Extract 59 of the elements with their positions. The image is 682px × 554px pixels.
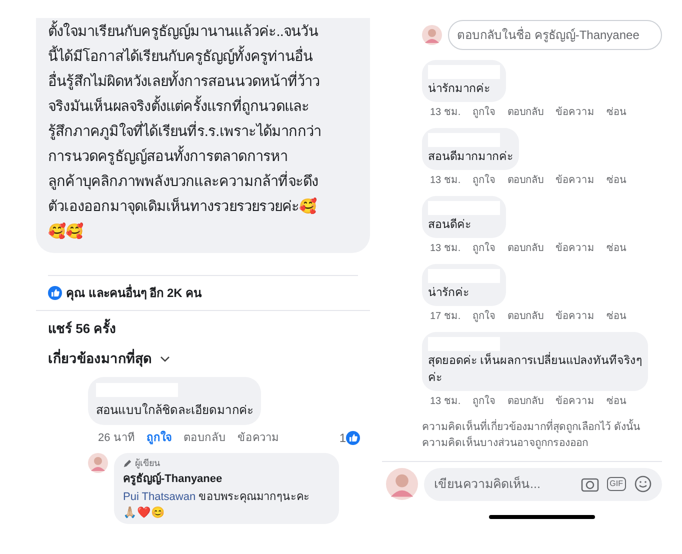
comment-time: 17 ชม. (430, 310, 461, 324)
comment-time: 13 ชม. (430, 395, 461, 409)
sort-label[interactable]: เกี่ยวข้องมากที่สุด (48, 348, 152, 369)
comment-text: สอนดีมากมากค่ะ (428, 149, 513, 165)
chevron-down-icon[interactable] (160, 356, 170, 362)
avatar (386, 468, 418, 500)
comment-action[interactable]: ถูกใจ (472, 309, 496, 324)
avatar (422, 25, 442, 45)
comment-action[interactable]: ซ่อน (606, 105, 627, 120)
comment-action[interactable]: ข้อความ (556, 394, 595, 409)
comment-action[interactable]: ตอบกลับ (508, 241, 544, 256)
comment-action[interactable]: ตอบกลับ (183, 430, 226, 446)
comment-text: สุดยอดค่ะ เห็นผลการเปลี่ยนแปลงทันทีจริงๆ ค่ะ (428, 353, 642, 387)
comment-placeholder: เขียนความคิดเห็น... (434, 475, 542, 493)
share-count[interactable]: แชร์ 56 ครั้ง (48, 319, 358, 338)
comment-action[interactable]: ซ่อน (606, 394, 627, 409)
comment-text: น่ารักมากค่ะ (428, 82, 491, 97)
like-icon (48, 286, 62, 300)
smiley-icon[interactable] (634, 475, 652, 494)
filter-notice: ความคิดเห็นที่เกี่ยวข้องมากที่สุดถูกเลือกไว้ ดังนั้น ความคิดเห็นบางส่วนอาจถูกกรองออก (422, 419, 641, 451)
comment-action[interactable]: ข้อความ (556, 241, 595, 256)
reply-text: Pui Thatsawan ขอบพระคุณมากๆนะคะ (123, 490, 311, 505)
camera-icon[interactable] (580, 476, 599, 492)
mention-link[interactable]: Pui Thatsawan (123, 490, 196, 503)
comment-action[interactable]: ตอบกลับ (508, 309, 544, 324)
comment-text: น่ารักค่ะ (428, 286, 470, 301)
avatar (88, 452, 108, 473)
comment-action[interactable]: ข้อความ (556, 309, 595, 324)
comment-action[interactable]: ถูกใจ (472, 241, 496, 256)
comment-action[interactable]: ข้อความ (556, 105, 595, 120)
gif-button[interactable]: GIF (606, 477, 626, 492)
comment-action[interactable]: ตอบกลับ (508, 394, 544, 409)
comment-action[interactable]: ถูกใจ (472, 105, 496, 120)
comment-time: 13 ชม. (430, 174, 461, 188)
like-icon (346, 430, 360, 445)
comment-time: 13 ชม. (430, 242, 461, 256)
comment-action[interactable]: ซ่อน (606, 309, 627, 324)
reply-emojis: 🙏🏼❤😊 (123, 506, 166, 520)
reply-field[interactable]: ตอบกลับในชื่อ ครูธัญญ์-Thanyanee (448, 20, 662, 50)
author-label: ผู้เขียน (135, 456, 160, 470)
comment-time: 26 นาที (98, 430, 134, 446)
reactions-summary[interactable]: คุณ และคนอื่นๆ อีก 2K คน (66, 284, 202, 302)
comment-text: ตั้งใจมาเรียนกับครูธัญญ์มานานแล้วค่ะ..จนวัน นี้ได้มีโอกาสได้เรียนกับครูธัญญ์ทั้งครูท่านอื่น อื่นรู้สึกไม่ผิดหวังเลยทั้งการสอนนวดหน้าที่ว้าว จริงมันเห็นผลจริงตั้งแต่ครั้งแรกที่ถูกนวดและ รู้สึกภาคภูมิใจที่ได้เรียนที่ร.ร.เพราะได้มากกว่า การนวดครูธัญญ์สอนทั้งการตลาดการหา ลูกค้าบุคลิกภาพพลังบวกและความกล้าที่จะดึง ตัวเองออกมาจุดเดิมเห็นทางรวยรวยรวยค่ะ🥰 🥰🥰 (48, 20, 358, 245)
comment-action[interactable]: ซ่อน (606, 173, 627, 188)
comment-action[interactable]: ตอบกลับ (508, 173, 544, 188)
like-count: 1 (339, 430, 346, 447)
reply-author[interactable]: ครูธัญญ์-Thanyanee (123, 471, 330, 488)
comment-field[interactable]: เขียนความคิดเห็น... GIF (424, 468, 662, 501)
comment-action[interactable]: ถูกใจ (472, 173, 496, 188)
comment-action[interactable]: ถูกใจ (472, 394, 496, 409)
comment-time: 13 ชม. (430, 106, 461, 120)
pencil-icon (123, 459, 132, 468)
comment-action[interactable]: ข้อความ (237, 430, 278, 446)
comment-action[interactable]: ตอบกลับ (508, 105, 544, 120)
comment-text: สอนแบบใกล้ชิดละเอียดมากค่ะ (96, 402, 253, 419)
comment-text: สอนดีค่ะ (428, 217, 472, 233)
comment-action[interactable]: ข้อความ (556, 173, 595, 188)
comment-action[interactable]: ซ่อน (606, 241, 627, 256)
comment-action[interactable]: ถูกใจ (146, 430, 172, 446)
